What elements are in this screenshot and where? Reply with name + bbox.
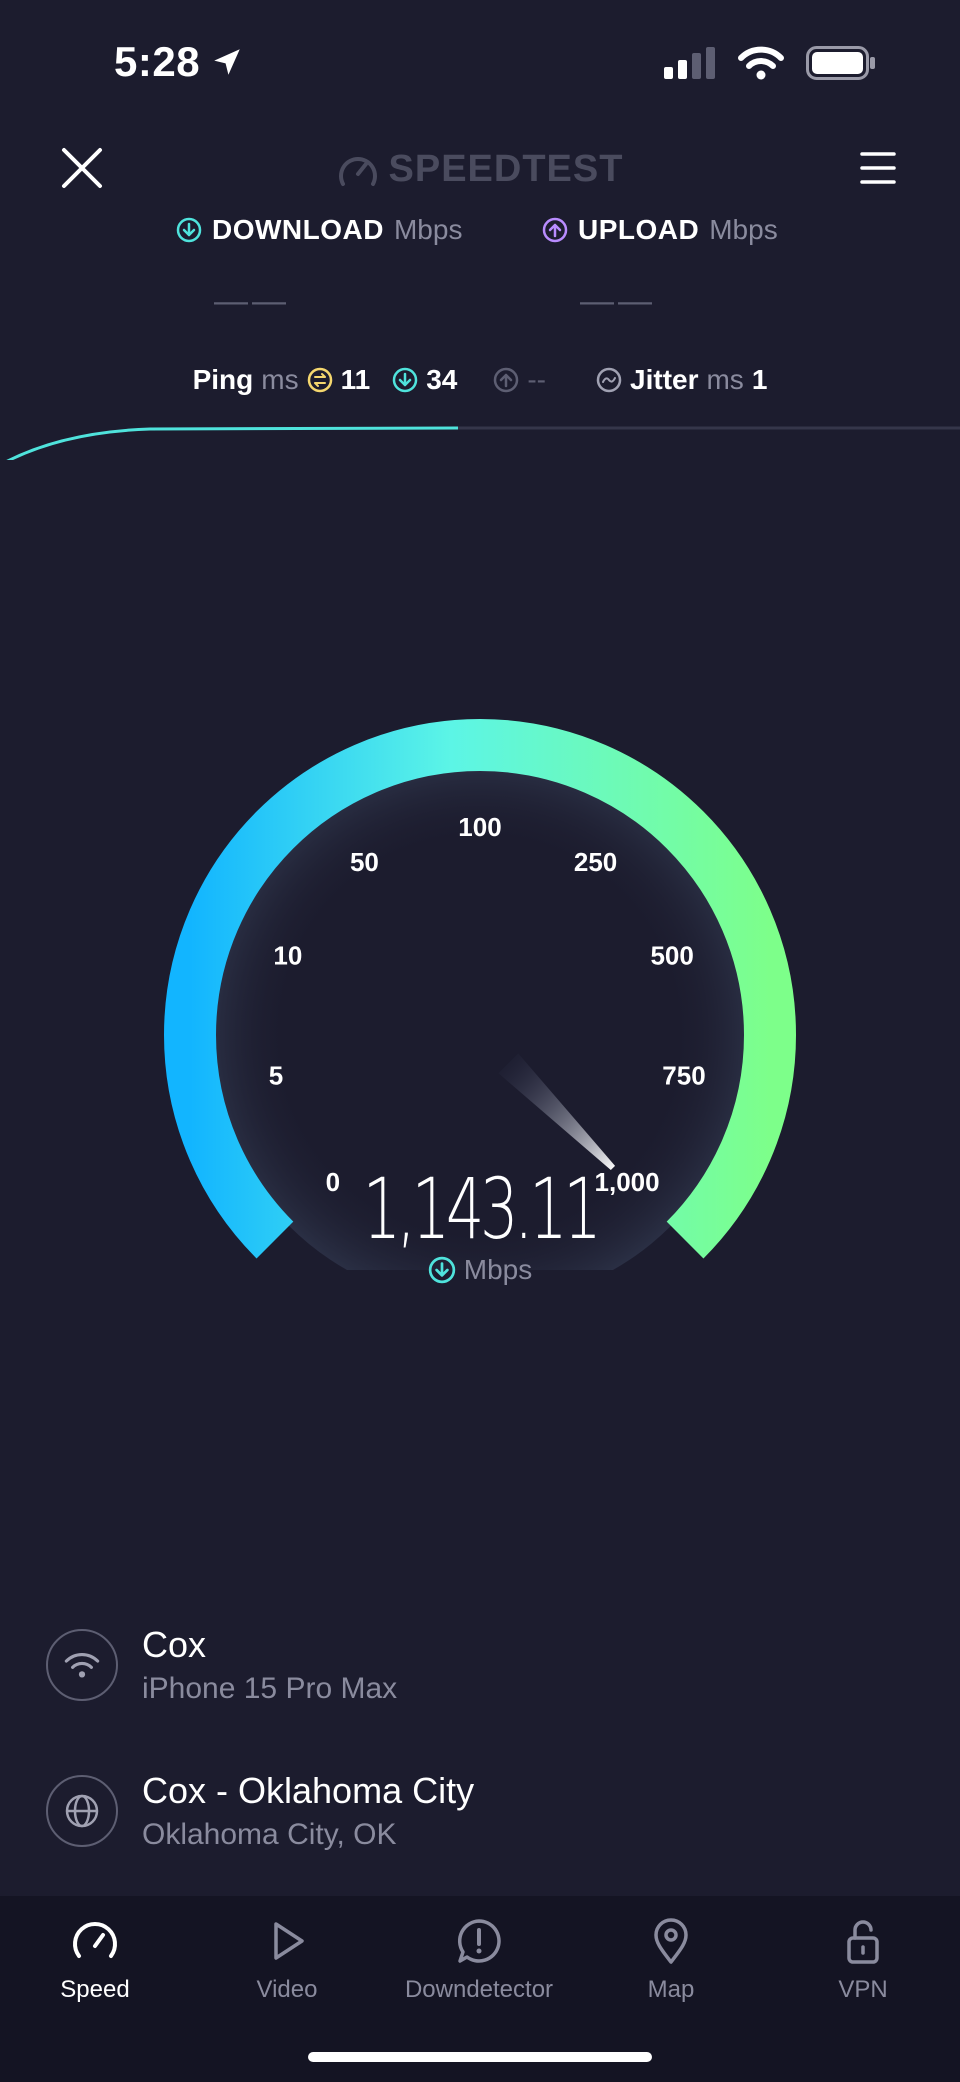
upload-unit: Mbps <box>709 214 778 245</box>
globe-icon <box>65 1794 99 1828</box>
gauge-tick-label: 50 <box>350 847 379 877</box>
provider-icon-wrap <box>46 1629 118 1701</box>
ping-download-value: 34 <box>426 364 458 395</box>
download-latency-icon <box>392 367 418 393</box>
server-info[interactable]: Cox - Oklahoma City Oklahoma City, OK <box>46 1770 474 1852</box>
status-bar-indicators <box>664 46 876 80</box>
brand-logo: SPEEDTEST <box>0 148 960 191</box>
device-name: iPhone 15 Pro Max <box>142 1672 398 1705</box>
server-location: Oklahoma City, OK <box>142 1818 397 1851</box>
upload-latency-icon <box>494 367 519 393</box>
gauge-tick-label: 10 <box>273 940 302 970</box>
upload-metric: UPLOAD Mbps <box>542 214 778 246</box>
speedometer-icon <box>73 1922 117 1958</box>
menu-button[interactable] <box>858 148 898 188</box>
tab-vpn-label: VPN <box>838 1976 888 2003</box>
gauge-tick-label: 100 <box>458 812 501 842</box>
download-arrow-icon <box>176 217 202 243</box>
jitter-icon <box>596 367 622 393</box>
ping-label: Ping <box>192 364 254 395</box>
gauge-tick-label: 5 <box>269 1061 283 1091</box>
gauge-tick-label: 750 <box>662 1061 705 1091</box>
hamburger-menu-icon <box>860 152 896 184</box>
current-speed-unit-group: Mbps <box>0 1254 960 1286</box>
tab-map-label: Map <box>647 1976 695 2003</box>
map-pin-icon <box>654 1918 688 1964</box>
tab-vpn[interactable]: VPN <box>768 1916 958 2004</box>
current-speed-value: 1,143.11 <box>362 1160 602 1258</box>
brand-name: SPEEDTEST <box>388 148 624 190</box>
upload-label: UPLOAD <box>578 214 700 245</box>
play-icon <box>274 1922 304 1960</box>
cellular-signal-icon <box>664 47 715 79</box>
gauge-tick-label: 250 <box>574 847 617 877</box>
download-unit: Mbps <box>393 214 463 245</box>
server-icon-wrap <box>46 1775 118 1847</box>
gauge-tick-label: 500 <box>650 940 693 970</box>
ping-upload-value: -- <box>527 364 547 395</box>
upload-arrow-icon <box>542 217 568 243</box>
wifi-icon <box>738 46 784 80</box>
download-label: DOWNLOAD <box>212 214 384 245</box>
clock: 5:28 <box>114 38 201 85</box>
wifi-icon <box>64 1653 100 1678</box>
tab-video[interactable]: Video <box>192 1916 382 2004</box>
home-indicator <box>308 2052 652 2062</box>
battery-icon <box>806 46 875 80</box>
current-speed-unit: Mbps <box>463 1254 533 1285</box>
alert-icon <box>457 1919 501 1963</box>
unlock-icon <box>847 1920 879 1964</box>
ping-group: Ping ms 11 <box>193 364 371 396</box>
tab-speed[interactable]: Speed <box>0 1916 190 2004</box>
status-bar-time: 5:28 <box>114 38 244 86</box>
speed-progress-graph <box>6 426 960 460</box>
speedtest-logo-icon <box>338 156 377 186</box>
idle-latency-icon <box>307 367 332 393</box>
tab-map[interactable]: Map <box>576 1916 766 2004</box>
ping-row: Ping ms 11 34 -- Jitter ms 1 <box>0 364 960 396</box>
provider-name: Cox <box>142 1624 207 1665</box>
download-value: —— <box>214 282 290 320</box>
jitter-label: Jitter <box>630 364 699 395</box>
server-name: Cox - Oklahoma City <box>142 1770 475 1811</box>
download-arrow-icon <box>428 1256 455 1284</box>
download-metric: DOWNLOAD Mbps <box>176 214 462 246</box>
location-arrow-icon <box>214 49 240 75</box>
ping-unit: ms <box>261 364 299 395</box>
jitter-unit: ms <box>706 364 744 395</box>
tab-downdetector[interactable]: Downdetector <box>384 1916 574 2004</box>
upload-value: —— <box>580 282 656 320</box>
jitter-value: 1 <box>751 364 768 395</box>
tab-video-label: Video <box>256 1976 318 2003</box>
ping-download-group: 34 <box>392 364 457 396</box>
tab-speed-label: Speed <box>60 1976 130 2003</box>
ping-idle-value: 11 <box>340 364 371 395</box>
tab-downdetector-label: Downdetector <box>404 1976 554 2003</box>
ping-upload-group: -- <box>493 364 546 396</box>
provider-info[interactable]: Cox iPhone 15 Pro Max <box>46 1624 397 1706</box>
jitter-group: Jitter ms 1 <box>596 364 767 396</box>
